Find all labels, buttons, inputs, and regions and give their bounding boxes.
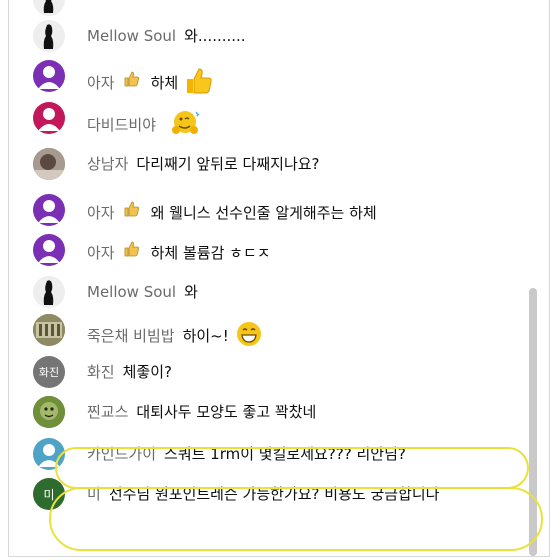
list-item: 아자 하체 볼륨감 ㅎㄷㅈ bbox=[9, 234, 529, 276]
live-chat-panel: Mellow Soul 와.......... 아자 하체 다비드비야 상남자 다 bbox=[8, 0, 550, 557]
avatar bbox=[33, 102, 65, 134]
thumbs-up-icon bbox=[123, 70, 141, 93]
message-text: 대퇴사두 모양도 좋고 꽉찼네 bbox=[136, 403, 317, 421]
list-item: 미 미 선수님 원포인트레슨 가능한가요? 비용도 궁금합니다 bbox=[9, 478, 529, 538]
avatar bbox=[33, 396, 65, 428]
message-text: 와.......... bbox=[184, 27, 246, 45]
message-author: 다비드비야 bbox=[87, 116, 157, 134]
list-item: 아자 하체 bbox=[9, 60, 529, 102]
message-author: 카인드가이 bbox=[87, 445, 157, 463]
list-item: 다비드비야 bbox=[9, 102, 529, 148]
avatar bbox=[33, 194, 65, 226]
grinning-face-icon bbox=[235, 320, 263, 353]
list-item: 죽은채 비빔밥 하이~! bbox=[9, 314, 529, 356]
hugging-face-icon bbox=[170, 108, 202, 143]
message-author: 아자 bbox=[87, 244, 115, 262]
avatar bbox=[33, 60, 65, 92]
message-text: 와 bbox=[184, 283, 198, 301]
message-text: 왜 웰니스 선수인줄 알게해주는 하체 bbox=[150, 204, 377, 222]
list-item: 카인드가이 스쿼트 1rm이 몇킬로세요??? 리안님? bbox=[9, 438, 529, 478]
message-author: 아자 bbox=[87, 204, 115, 222]
avatar bbox=[33, 234, 65, 266]
message-text: 스쿼트 1rm이 몇킬로세요??? 리안님? bbox=[164, 445, 406, 463]
list-item: Mellow Soul 와 bbox=[9, 276, 529, 314]
avatar bbox=[33, 148, 65, 180]
message-text: 하체 볼륨감 ㅎㄷㅈ bbox=[150, 244, 271, 262]
message-author: 죽은채 비빔밥 bbox=[87, 327, 175, 345]
avatar bbox=[33, 314, 65, 346]
list-item: 상남자 다리째기 앞뒤로 다째지나요? bbox=[9, 148, 529, 194]
list-item bbox=[9, 0, 529, 20]
message-author: 미 bbox=[87, 485, 101, 503]
list-item: 화진 화진 체좋이? bbox=[9, 356, 529, 396]
avatar-initials: 화진 bbox=[38, 366, 60, 379]
message-author: 상남자 bbox=[87, 155, 129, 173]
message-text: 체좋이? bbox=[122, 363, 172, 381]
message-text: 하이~! bbox=[182, 327, 229, 345]
avatar: 화진 bbox=[33, 356, 65, 388]
message-author: 찐교스 bbox=[87, 403, 129, 421]
list-item: 아자 왜 웰니스 선수인줄 알게해주는 하체 bbox=[9, 194, 529, 234]
chat-message-list: Mellow Soul 와.......... 아자 하체 다비드비야 상남자 다 bbox=[9, 0, 529, 538]
message-text: 하체 bbox=[150, 74, 179, 92]
scrollbar-thumb[interactable] bbox=[529, 288, 537, 556]
avatar-initials: 미 bbox=[43, 487, 55, 502]
list-item: Mellow Soul 와.......... bbox=[9, 20, 529, 60]
message-text: 선수님 원포인트레슨 가능한가요? 비용도 궁금합니다 bbox=[108, 485, 440, 503]
message-author: 화진 bbox=[87, 363, 115, 381]
message-author: Mellow Soul bbox=[87, 283, 177, 301]
thumbs-up-icon bbox=[123, 240, 141, 263]
avatar: 미 bbox=[33, 478, 65, 510]
thumbs-up-icon bbox=[184, 66, 214, 101]
message-author: Mellow Soul bbox=[87, 27, 177, 45]
message-text: 다리째기 앞뒤로 다째지나요? bbox=[136, 155, 320, 173]
thumbs-up-icon bbox=[123, 200, 141, 223]
avatar bbox=[33, 20, 65, 52]
avatar bbox=[33, 438, 65, 470]
list-item: 찐교스 대퇴사두 모양도 좋고 꽉찼네 bbox=[9, 396, 529, 438]
message-author: 아자 bbox=[87, 74, 115, 92]
avatar bbox=[33, 276, 65, 308]
avatar bbox=[33, 0, 65, 16]
